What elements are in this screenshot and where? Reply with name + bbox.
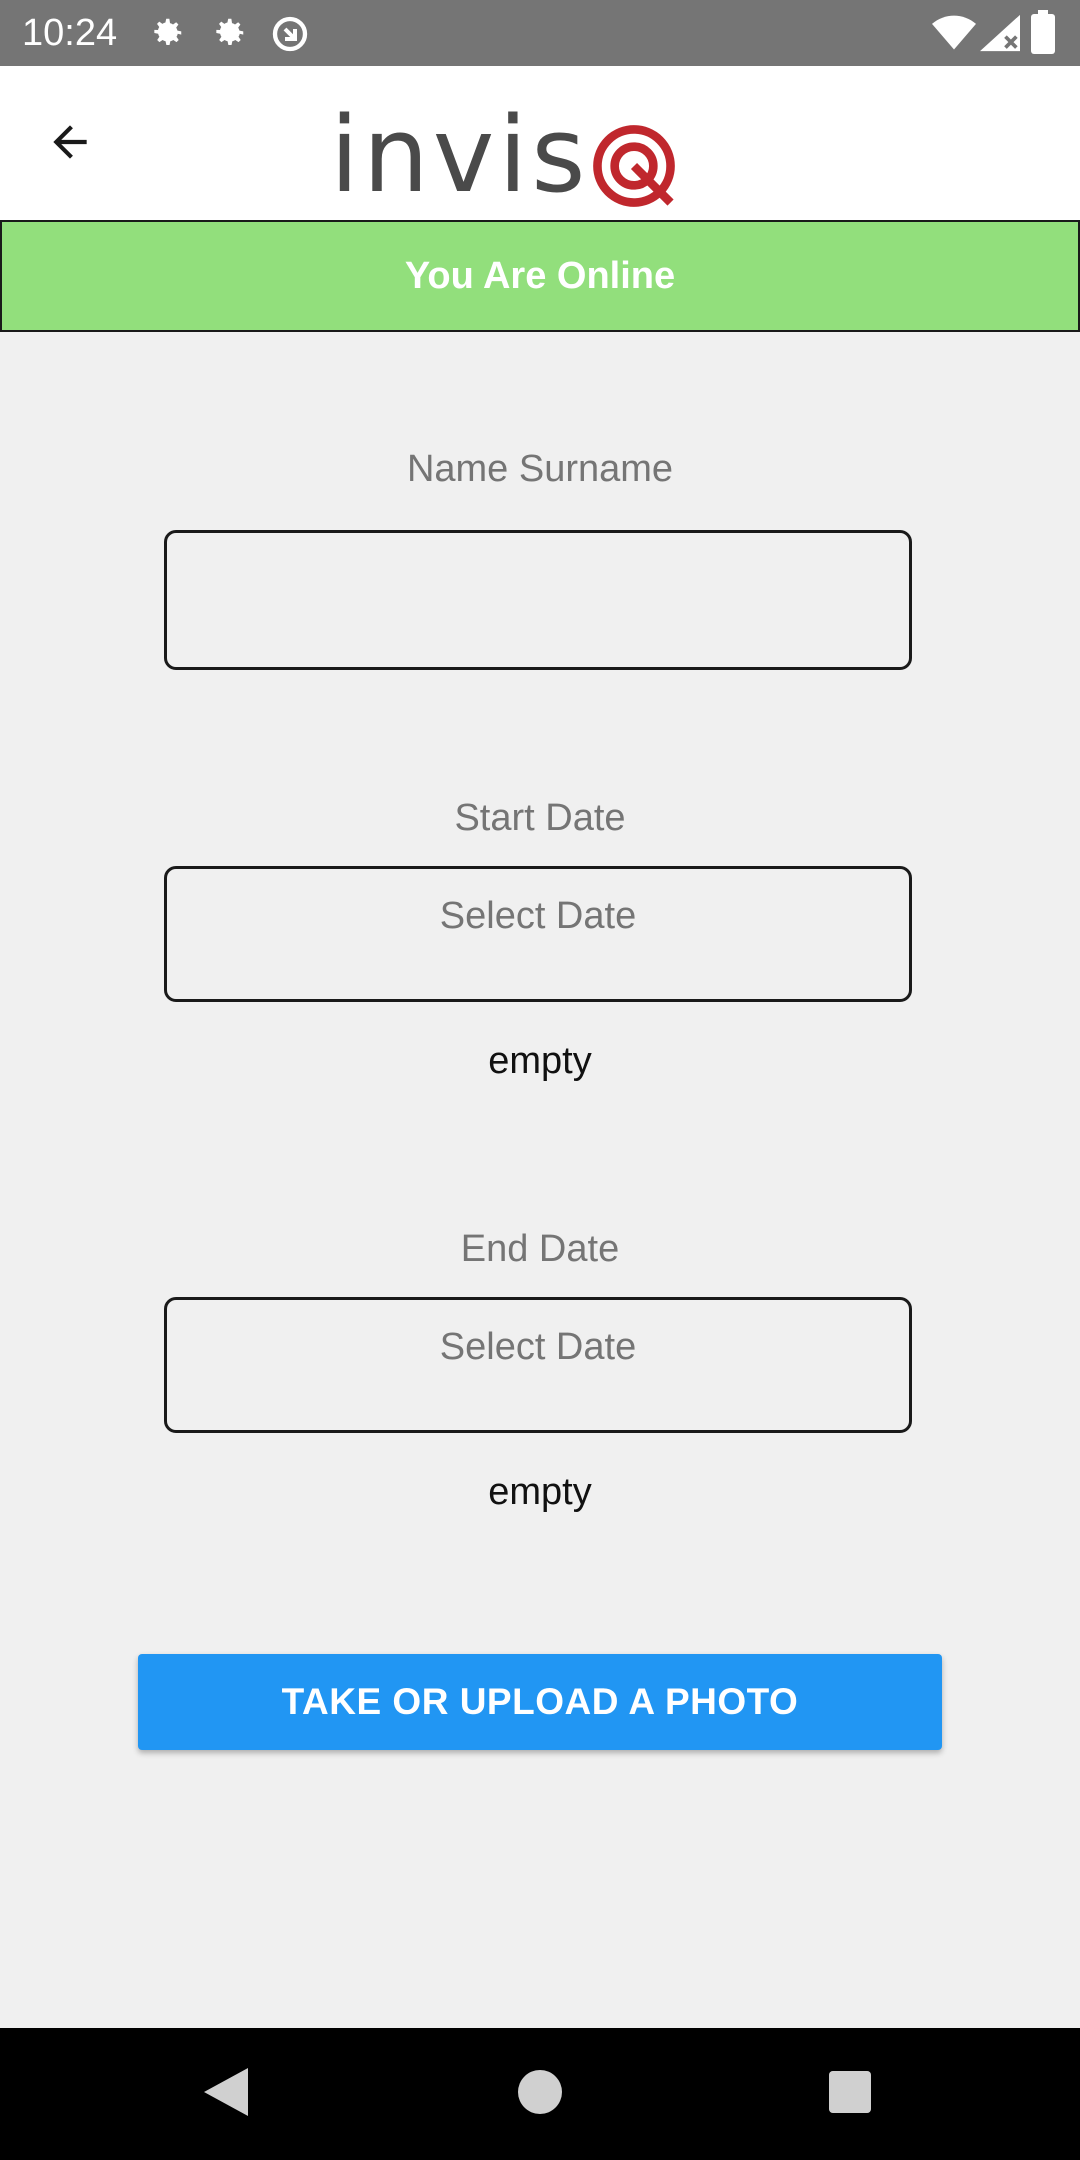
signal-icon xyxy=(980,14,1020,57)
arrow-left-icon xyxy=(45,117,95,172)
start-date-picker[interactable]: Select Date xyxy=(164,866,912,1002)
back-triangle-icon xyxy=(204,2067,248,2122)
recents-square-icon xyxy=(829,2070,871,2118)
back-button[interactable] xyxy=(30,112,110,176)
online-status-text: You Are Online xyxy=(404,254,676,297)
home-circle-icon xyxy=(518,2069,562,2119)
end-date-picker[interactable]: Select Date xyxy=(164,1297,912,1433)
name-label: Name Surname xyxy=(406,448,674,490)
app-logo: invis xyxy=(330,100,677,210)
logo-target-icon xyxy=(591,123,677,214)
system-nav-bar xyxy=(0,2028,1080,2160)
end-date-value: empty xyxy=(488,1471,592,1513)
nav-back-button[interactable] xyxy=(196,2064,256,2124)
end-date-label: End Date xyxy=(460,1228,620,1270)
settings-icon xyxy=(210,14,248,57)
settings-icon xyxy=(148,14,186,57)
status-time: 10:24 xyxy=(22,12,118,54)
sync-icon xyxy=(270,14,310,59)
name-input[interactable] xyxy=(164,530,912,670)
start-date-label: Start Date xyxy=(454,797,626,839)
logo-text: invis xyxy=(330,94,590,216)
online-status-banner: You Are Online xyxy=(0,220,1080,332)
status-bar: 10:24 xyxy=(0,0,1080,66)
app-bar: invis xyxy=(0,66,1080,220)
nav-recents-button[interactable] xyxy=(820,2064,880,2124)
take-or-upload-photo-button[interactable]: TAKE OR UPLOAD A PHOTO xyxy=(138,1654,942,1750)
battery-icon xyxy=(1030,10,1056,59)
nav-home-button[interactable] xyxy=(510,2064,570,2124)
start-date-placeholder: Select Date xyxy=(439,895,637,937)
wifi-icon xyxy=(932,14,976,57)
end-date-placeholder: Select Date xyxy=(439,1326,637,1368)
start-date-value: empty xyxy=(488,1040,592,1082)
